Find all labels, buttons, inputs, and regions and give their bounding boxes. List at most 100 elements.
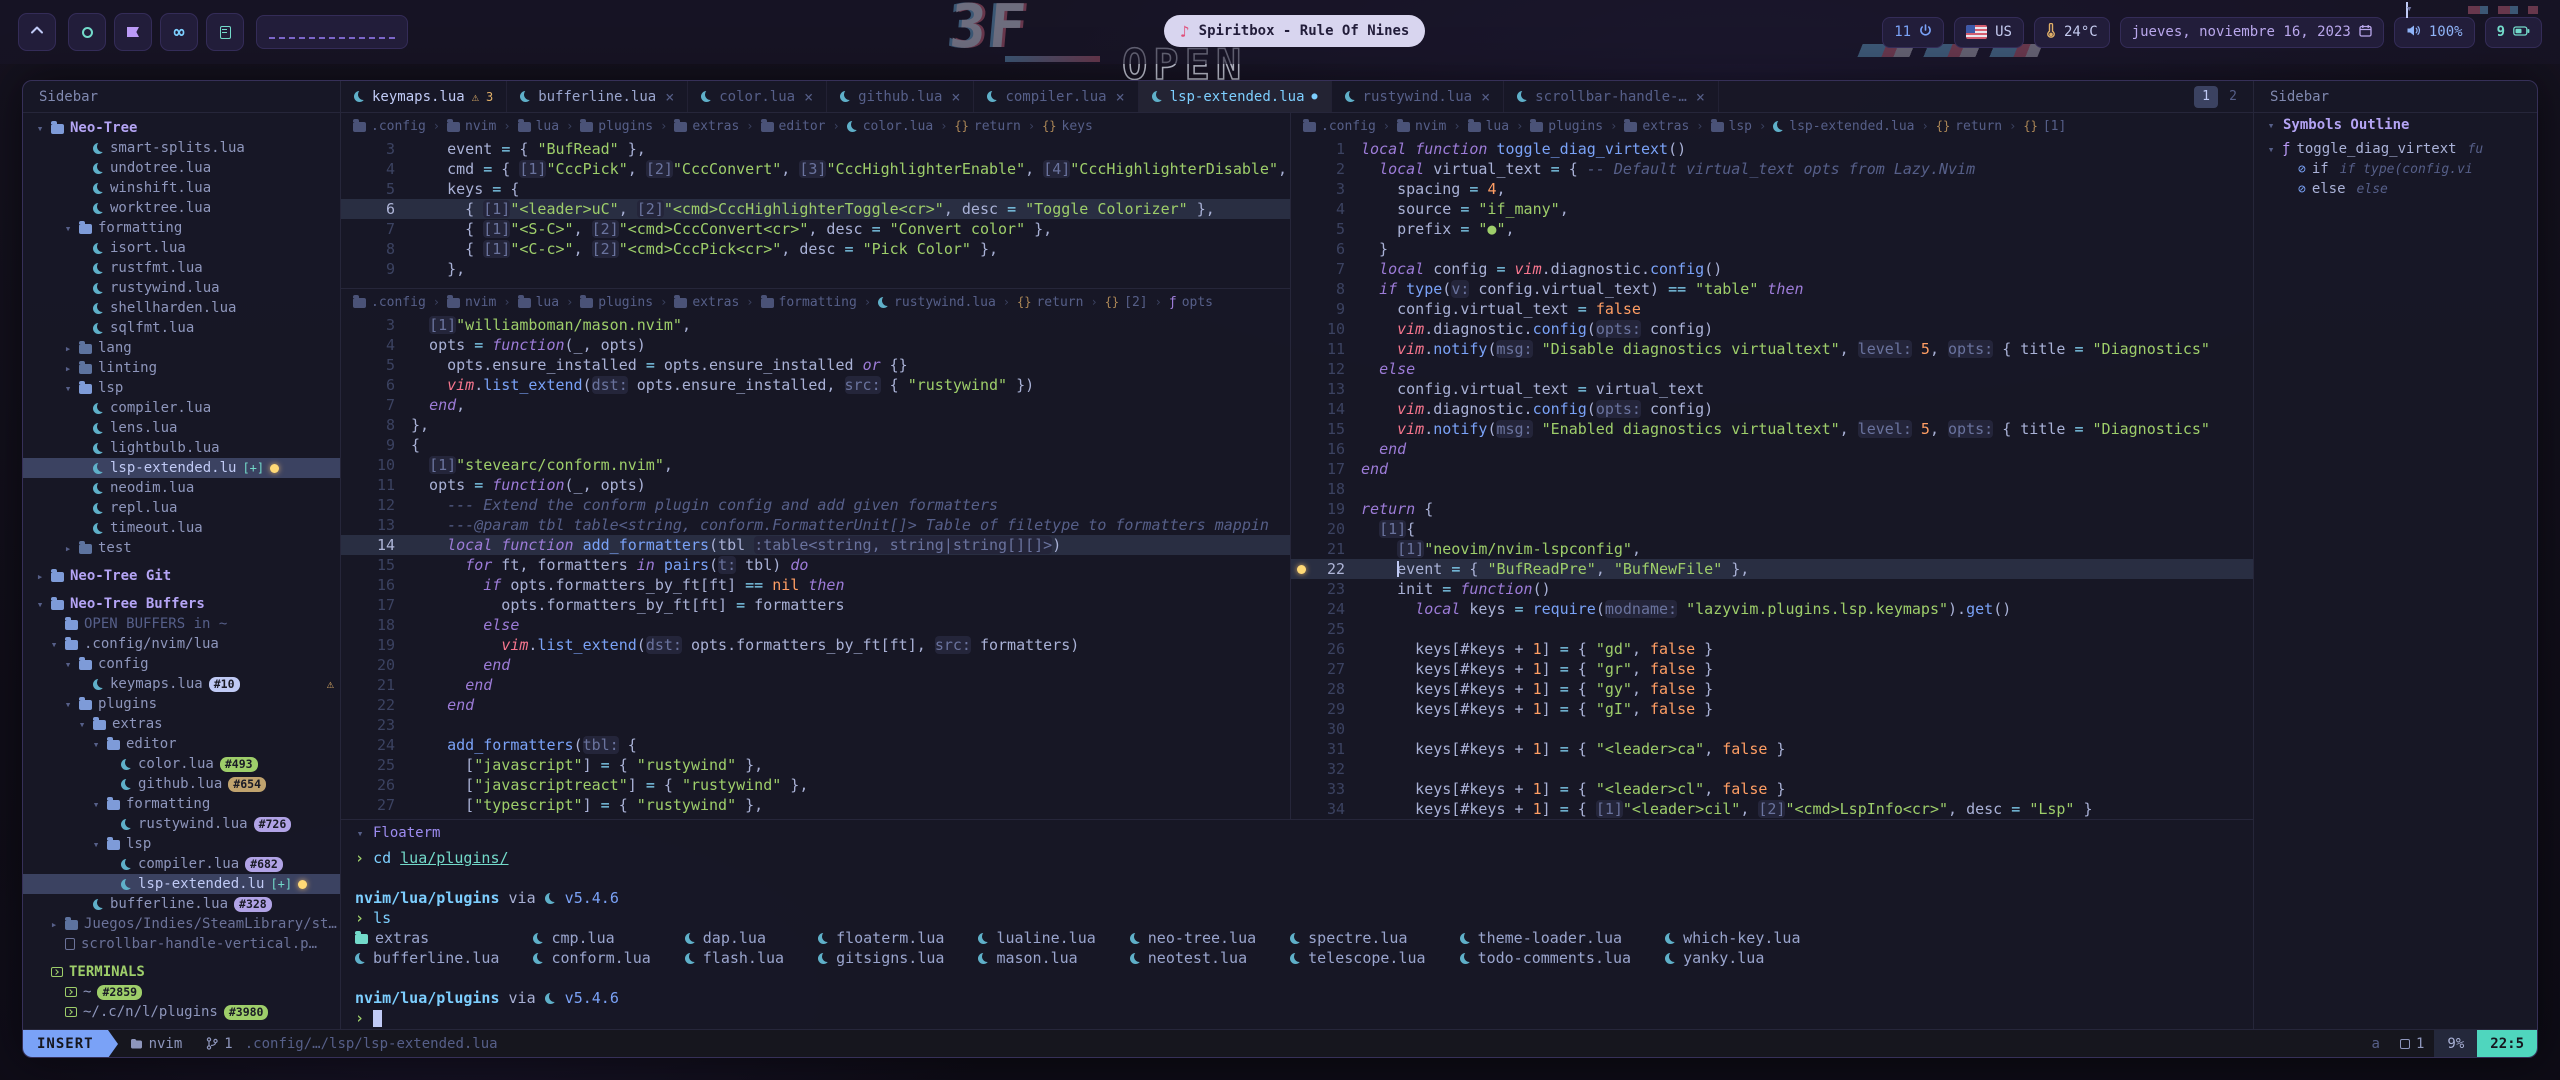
code-line-24[interactable]: 24 local keys = require(modname: "lazyvi… <box>1291 599 2253 619</box>
tree-item-compiler-lua[interactable]: compiler.lua <box>23 398 340 418</box>
code-line-26[interactable]: 26 keys[#keys + 1] = { "gd", false } <box>1291 639 2253 659</box>
code-line-6[interactable]: 6 } <box>1291 239 2253 259</box>
workspace-button-2[interactable] <box>114 13 152 51</box>
breadcrumb-config[interactable]: .config <box>1303 119 1376 134</box>
code-line-21[interactable]: 21 end <box>341 675 1290 695</box>
code-line-3[interactable]: 3 spacing = 4, <box>1291 179 2253 199</box>
code-line-25[interactable]: 25 <box>1291 619 2253 639</box>
code-line-4[interactable]: 4 opts = function(_, opts) <box>341 335 1290 355</box>
tree-item-lsp-extended-lu[interactable]: lsp-extended.lu[+] <box>23 874 340 894</box>
tab-github-lua[interactable]: github.lua× <box>827 81 974 112</box>
launcher-button[interactable] <box>18 13 56 51</box>
breadcrumb-nvim[interactable]: nvim <box>447 119 496 134</box>
code-line-30[interactable]: 30 <box>1291 719 2253 739</box>
code-line-6[interactable]: 6 { [1]"<leader>uC", [2]"<cmd>CccHighlig… <box>341 199 1290 219</box>
code-line-28[interactable]: 28 keys[#keys + 1] = { "gy", false } <box>1291 679 2253 699</box>
code-line-8[interactable]: 8 { [1]"<C-c>", [2]"<cmd>CccPick<cr>", d… <box>341 239 1290 259</box>
code-line-9[interactable]: 9{ <box>341 435 1290 455</box>
tree-item-editor[interactable]: ▾editor <box>23 734 340 754</box>
tab-color-lua[interactable]: color.lua× <box>688 81 827 112</box>
code-line-20[interactable]: 20 end <box>341 655 1290 675</box>
code-line-22[interactable]: 22 end <box>341 695 1290 715</box>
code-line-23[interactable]: 23 init = function() <box>1291 579 2253 599</box>
tab-rustywind-lua[interactable]: rustywind.lua× <box>1332 81 1505 112</box>
tree-item-compiler-lua[interactable]: compiler.lua#682 <box>23 854 340 874</box>
tree-item-rustfmt-lua[interactable]: rustfmt.lua <box>23 258 340 278</box>
neotree-section-neo-tree-git[interactable]: ▸Neo-Tree Git <box>23 566 340 586</box>
tree-item-lightbulb-lua[interactable]: lightbulb.lua <box>23 438 340 458</box>
breadcrumb-lsp-extended-lua[interactable]: lsp-extended.lua <box>1773 119 1914 134</box>
tab-scrollbar-handle[interactable]: scrollbar-handle-…× <box>1504 81 1719 112</box>
code-line-23[interactable]: 23 <box>341 715 1290 735</box>
breadcrumb-2[interactable]: {}[2] <box>1105 295 1148 310</box>
tree-item-undotree-lua[interactable]: undotree.lua <box>23 158 340 178</box>
code-line-13[interactable]: 13 config.virtual_text = virtual_text <box>1291 379 2253 399</box>
code-line-17[interactable]: 17end <box>1291 459 2253 479</box>
tree-item-keymaps-lua[interactable]: keymaps.lua#10⚠ <box>23 674 340 694</box>
code-line-10[interactable]: 10 vim.diagnostic.config(opts: config) <box>1291 319 2253 339</box>
breadcrumb-editor[interactable]: editor <box>761 119 826 134</box>
breadcrumb-config[interactable]: .config <box>353 119 426 134</box>
tree-item-test[interactable]: ▸test <box>23 538 340 558</box>
tree-item-scrollbar-handle-vertical-p[interactable]: scrollbar-handle-vertical.p… <box>23 934 340 954</box>
code-line-5[interactable]: 5 keys = { <box>341 179 1290 199</box>
workspace-button-3[interactable]: ∞ <box>160 13 198 51</box>
breadcrumb-return[interactable]: {}return <box>1936 119 2002 134</box>
volume-pill[interactable]: 100% ▾ <box>2394 17 2475 48</box>
tree-item-rustywind-lua[interactable]: rustywind.lua <box>23 278 340 298</box>
code-line-24[interactable]: 24 add_formatters(tbl: { <box>341 735 1290 755</box>
code-line-6[interactable]: 6 vim.list_extend(dst: opts.ensure_insta… <box>341 375 1290 395</box>
neotree-section-terminals[interactable]: TERMINALS <box>23 962 340 982</box>
breadcrumb-plugins[interactable]: plugins <box>1530 119 1603 134</box>
breadcrumb-lua[interactable]: lua <box>518 119 559 134</box>
temperature-pill[interactable]: 24°C <box>2034 17 2110 48</box>
terminal-output[interactable]: › cd lua/plugins/nvim/lua/plugins via v5… <box>341 846 2253 1029</box>
code-line-12[interactable]: 12 --- Extend the conform plugin config … <box>341 495 1290 515</box>
code-line-19[interactable]: 19return { <box>1291 499 2253 519</box>
cwd-segment[interactable]: nvim <box>118 1036 195 1052</box>
code-line-8[interactable]: 8 if type(v: config.virtual_text) == "ta… <box>1291 279 2253 299</box>
tree-item-color-lua[interactable]: color.lua#493 <box>23 754 340 774</box>
code-line-13[interactable]: 13 ---@param tbl table<string, conform.F… <box>341 515 1290 535</box>
code-line-15[interactable]: 15 vim.notify(msg: "Enabled diagnostics … <box>1291 419 2253 439</box>
updates-pill[interactable]: 11 <box>1882 17 1944 48</box>
tree-item-config[interactable]: ▾config <box>23 654 340 674</box>
breadcrumb-plugins[interactable]: plugins <box>580 119 653 134</box>
code-area[interactable]: 3 event = { "BufRead" },4 cmd = { [1]"Cc… <box>341 139 1290 279</box>
now-playing-widget[interactable]: ♪ Spiritbox - Rule Of Nines <box>1164 15 1425 47</box>
breadcrumb-lua[interactable]: lua <box>1468 119 1509 134</box>
code-line-17[interactable]: 17 opts.formatters_by_ft[ft] = formatter… <box>341 595 1290 615</box>
code-line-19[interactable]: 19 vim.list_extend(dst: opts.formatters_… <box>341 635 1290 655</box>
code-line-7[interactable]: 7 { [1]"<S-C>", [2]"<cmd>CccConvert<cr>"… <box>341 219 1290 239</box>
tree-item-plugins[interactable]: ▾plugins <box>23 694 340 714</box>
breadcrumb-1[interactable]: {}[1] <box>2023 119 2066 134</box>
tree-item-bufferline-lua[interactable]: bufferline.lua#328 <box>23 894 340 914</box>
code-line-21[interactable]: 21 [1]"neovim/nvim-lspconfig", <box>1291 539 2253 559</box>
topbar-search-input[interactable] <box>256 15 408 49</box>
code-line-9[interactable]: 9 }, <box>341 259 1290 279</box>
breadcrumb-nvim[interactable]: nvim <box>1397 119 1446 134</box>
code-line-16[interactable]: 16 if opts.formatters_by_ft[ft] == nil t… <box>341 575 1290 595</box>
code-line-5[interactable]: 5 prefix = "●", <box>1291 219 2253 239</box>
code-line-7[interactable]: 7 local config = vim.diagnostic.config() <box>1291 259 2253 279</box>
code-line-29[interactable]: 29 keys[#keys + 1] = { "gI", false } <box>1291 699 2253 719</box>
code-line-4[interactable]: 4 cmd = { [1]"CccPick", [2]"CccConvert",… <box>341 159 1290 179</box>
keyboard-layout-pill[interactable]: US <box>1954 17 2024 48</box>
tree-item-lsp-extended-lu[interactable]: lsp-extended.lu[+] <box>23 458 340 478</box>
neotree-section-neo-tree-buffers[interactable]: ▾Neo-Tree Buffers <box>23 594 340 614</box>
code-line-5[interactable]: 5 opts.ensure_installed = opts.ensure_in… <box>341 355 1290 375</box>
tree-item-shellharden-lua[interactable]: shellharden.lua <box>23 298 340 318</box>
code-line-7[interactable]: 7 end, <box>341 395 1290 415</box>
breadcrumb-opts[interactable]: ƒopts <box>1169 295 1213 310</box>
breadcrumb-nvim[interactable]: nvim <box>447 295 496 310</box>
tree-item-rustywind-lua[interactable]: rustywind.lua#726 <box>23 814 340 834</box>
code-line-33[interactable]: 33 keys[#keys + 1] = { "<leader>cl", fal… <box>1291 779 2253 799</box>
code-line-16[interactable]: 16 end <box>1291 439 2253 459</box>
tree-item-formatting[interactable]: ▾formatting <box>23 794 340 814</box>
tree-item-linting[interactable]: ▸linting <box>23 358 340 378</box>
breadcrumb-formatting[interactable]: formatting <box>761 295 857 310</box>
tree-item-c-n-l-plugins[interactable]: ~/.c/n/l/plugins#3980 <box>23 1002 340 1022</box>
code-line-26[interactable]: 26 ["javascriptreact"] = { "rustywind" }… <box>341 775 1290 795</box>
tree-item-winshift-lua[interactable]: winshift.lua <box>23 178 340 198</box>
tree-item-worktree-lua[interactable]: worktree.lua <box>23 198 340 218</box>
